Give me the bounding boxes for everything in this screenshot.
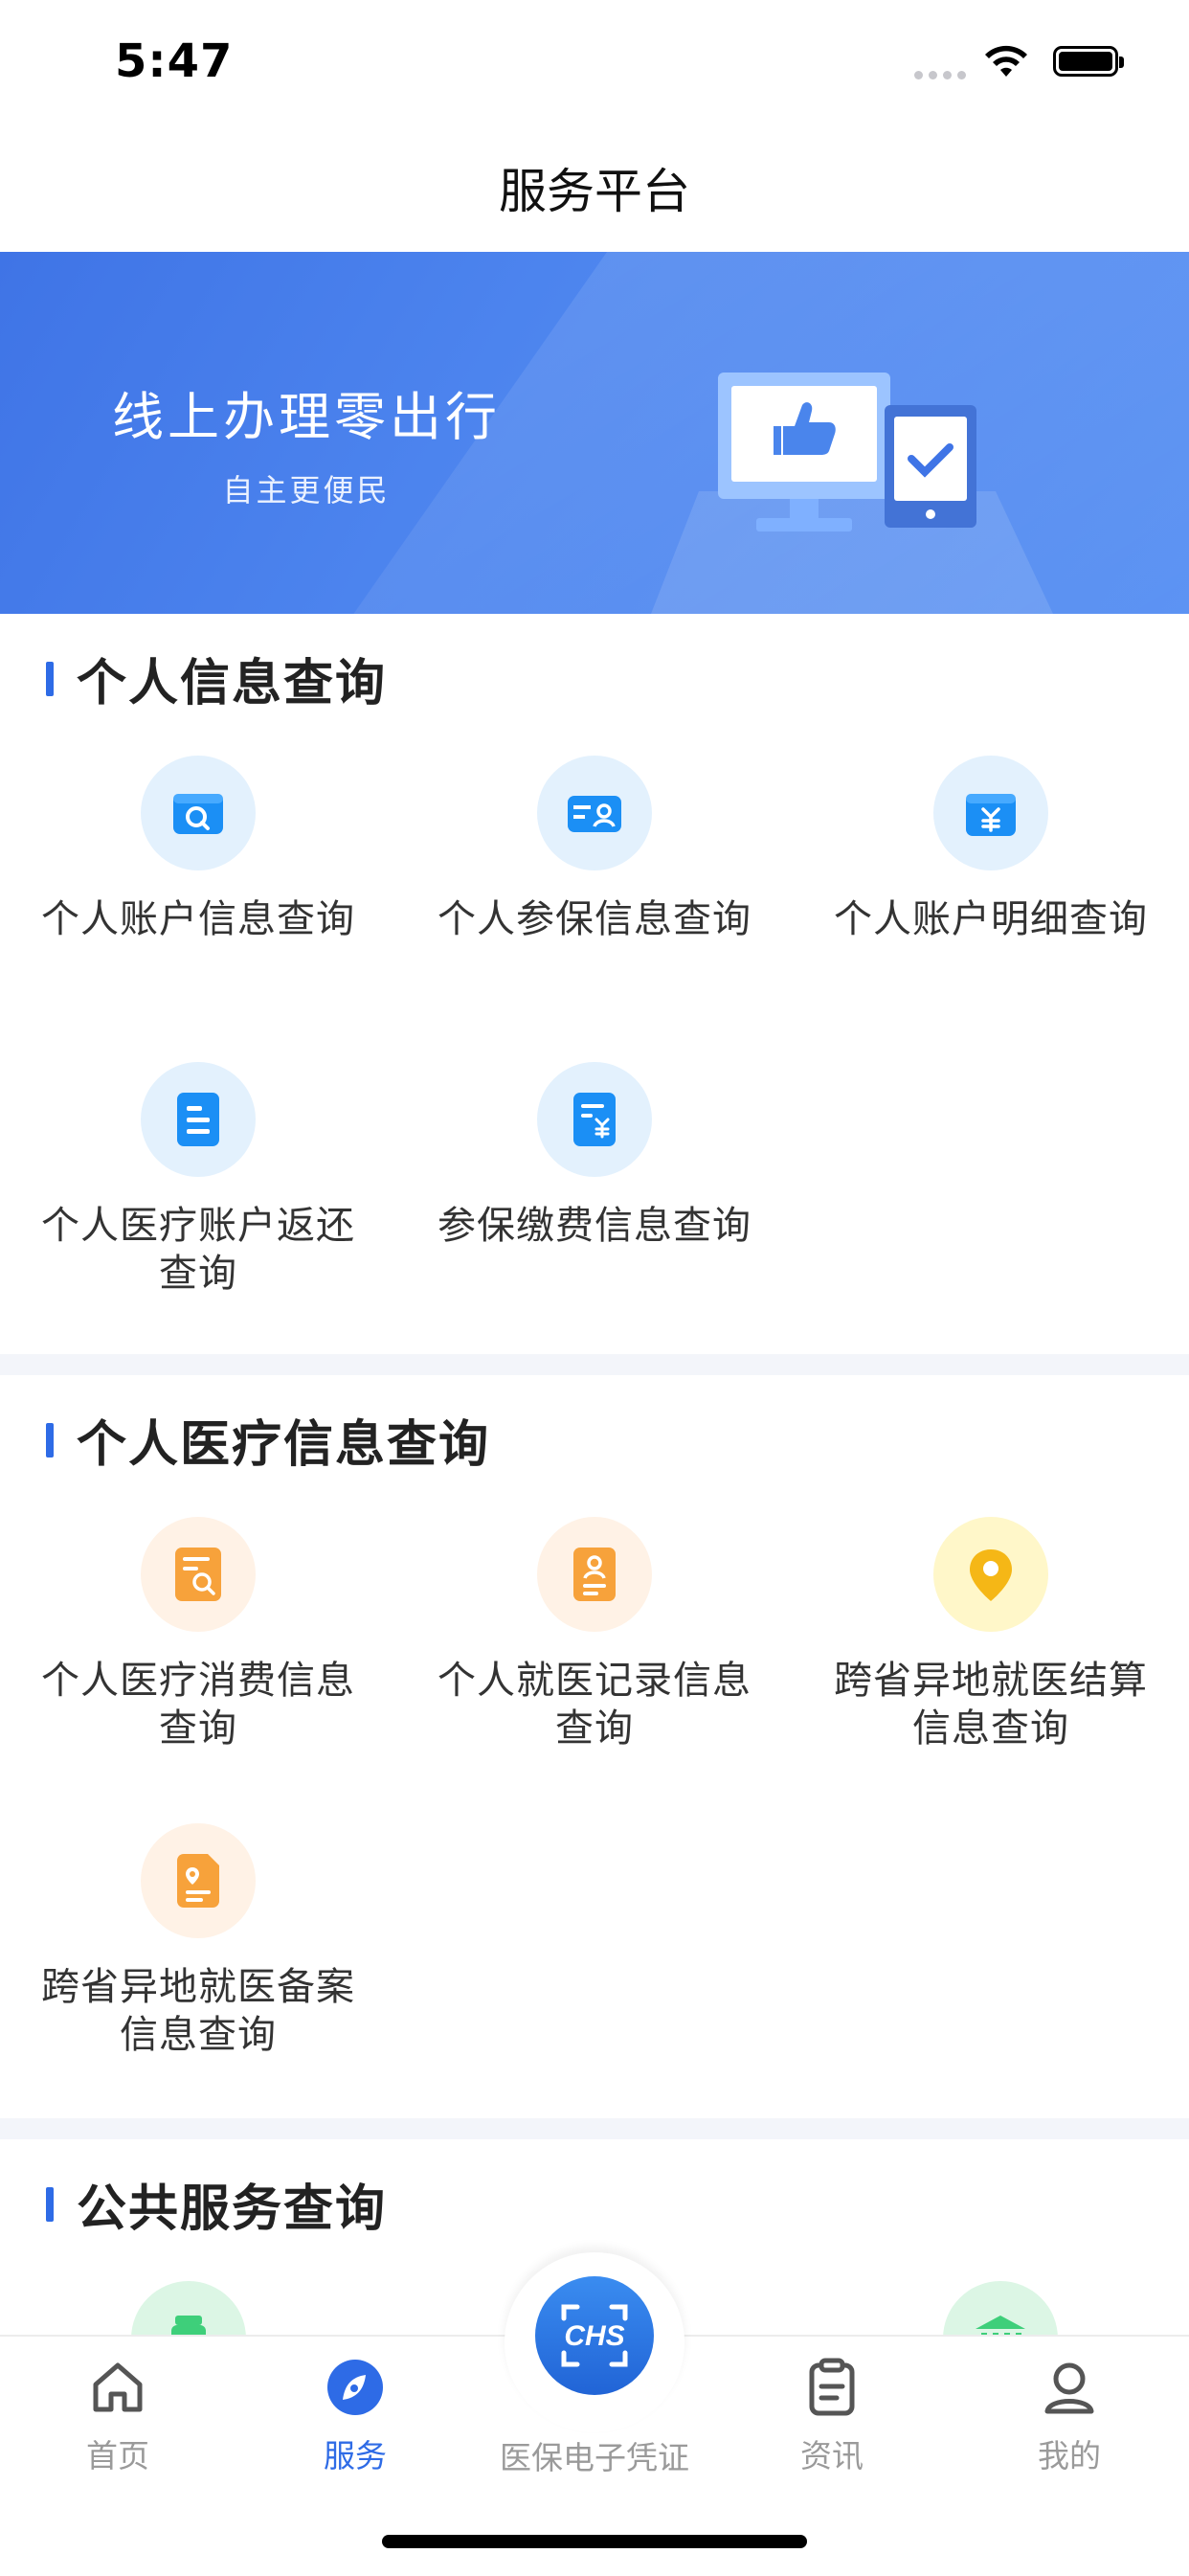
clipboard-icon	[809, 2358, 855, 2416]
section-title: 个人信息查询	[77, 655, 388, 712]
battery-icon	[1053, 46, 1124, 77]
service-item-insurance-info[interactable]: 个人参保信息查询	[396, 756, 793, 943]
account-search-icon	[141, 756, 256, 870]
medical-record-icon	[537, 1517, 652, 1632]
service-item-label: 参保缴费信息查询	[437, 1204, 752, 1248]
service-item-cross-province-filing[interactable]: 跨省异地就医备案信息查询	[0, 1823, 396, 2059]
service-item-label: 跨省异地就医结算信息查询	[834, 1659, 1148, 1751]
service-item-medical-record[interactable]: 个人就医记录信息查询	[396, 1517, 793, 1752]
consumption-search-icon	[141, 1517, 256, 1632]
section-title: 公共服务查询	[77, 2181, 388, 2238]
section-accent-bar	[46, 1422, 54, 1457]
service-item-account-detail[interactable]: 个人账户明细查询	[793, 756, 1189, 943]
tab-home[interactable]: 首页	[41, 2356, 194, 2476]
service-item-cross-province-settlement[interactable]: 跨省异地就医结算信息查询	[793, 1517, 1189, 1752]
service-item-label: 个人医疗消费信息查询	[41, 1659, 355, 1751]
status-time: 5:47	[115, 34, 234, 88]
tab-label: 我的	[1038, 2437, 1101, 2474]
status-bar: 5:47	[0, 0, 1189, 124]
service-item-label: 个人账户信息查询	[41, 897, 355, 941]
section-divider	[0, 2118, 1189, 2139]
signal-icon	[914, 71, 966, 79]
computer-thumbs-up-illustration	[651, 373, 1053, 614]
section-medical-info: 个人医疗信息查询 个人医疗消费信息查询 个人就医记录信息查询 跨省异地就医结算信…	[0, 1375, 1189, 2118]
section-accent-bar	[46, 2186, 54, 2222]
home-indicator	[382, 2535, 807, 2548]
section-header: 个人信息查询	[46, 643, 387, 714]
medical-e-voucher-button[interactable]: CHS	[535, 2276, 654, 2395]
promo-banner[interactable]: 线上办理零出行 自主更便民	[0, 252, 1189, 614]
page-title: 服务平台	[499, 164, 690, 219]
service-item-medical-consumption[interactable]: 个人医疗消费信息查询	[0, 1517, 396, 1752]
service-item-label: 个人账户明细查询	[834, 897, 1148, 941]
payment-doc-icon	[537, 1062, 652, 1177]
service-item-label: 个人医疗账户返还查询	[41, 1204, 355, 1296]
location-pin-icon	[933, 1517, 1048, 1632]
section-divider	[0, 1354, 1189, 1375]
service-item-label: 跨省异地就医备案信息查询	[41, 1965, 355, 2057]
document-list-icon	[141, 1062, 256, 1177]
section-accent-bar	[46, 661, 54, 696]
section-header: 公共服务查询	[46, 2168, 387, 2240]
service-item-label: 个人就医记录信息查询	[437, 1659, 752, 1751]
service-item-account-info[interactable]: 个人账户信息查询	[0, 756, 396, 943]
banner-subtitle: 自主更便民	[222, 472, 391, 508]
insurance-card-icon	[537, 756, 652, 870]
compass-icon	[327, 2360, 383, 2415]
filing-location-icon	[141, 1823, 256, 1938]
home-icon	[93, 2362, 143, 2412]
tab-label-medical-e-voucher[interactable]: 医保电子凭证	[402, 2432, 787, 2478]
user-icon	[1044, 2362, 1094, 2414]
section-title: 个人医疗信息查询	[77, 1416, 491, 1474]
tab-label: 首页	[86, 2437, 149, 2474]
service-item-account-refund[interactable]: 个人医疗账户返还查询	[0, 1062, 396, 1298]
wifi-icon	[985, 45, 1027, 77]
yuan-wallet-icon	[933, 756, 1048, 870]
chs-logo: CHS	[564, 2320, 624, 2352]
section-personal-info: 个人信息查询 个人账户信息查询 个人参保信息查询 个人账户明细查询 个人医疗账户…	[0, 614, 1189, 1354]
section-header: 个人医疗信息查询	[46, 1404, 490, 1476]
service-item-payment-info[interactable]: 参保缴费信息查询	[396, 1062, 793, 1250]
service-item-label: 个人参保信息查询	[437, 897, 752, 941]
tab-mine[interactable]: 我的	[993, 2356, 1146, 2476]
banner-headline: 线上办理零出行	[112, 387, 501, 447]
scan-frame-icon: CHS	[561, 2304, 628, 2367]
